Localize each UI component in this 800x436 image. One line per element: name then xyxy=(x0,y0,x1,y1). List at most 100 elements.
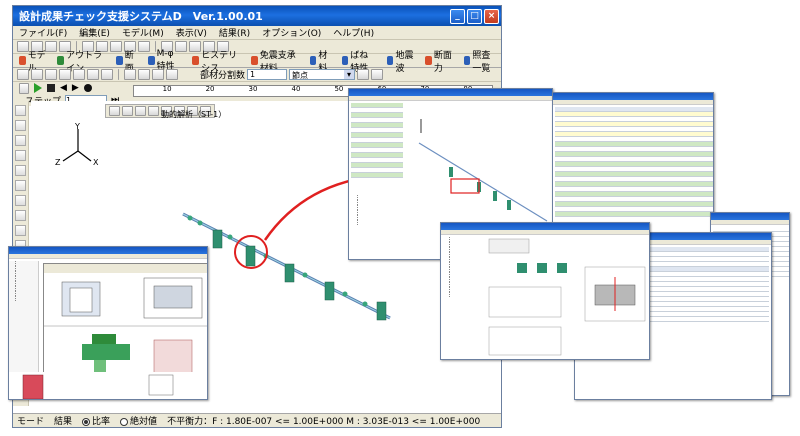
stop-icon[interactable] xyxy=(47,84,55,92)
zoom-out-icon[interactable] xyxy=(15,150,26,161)
detail-window-menu xyxy=(349,96,552,101)
tree-line xyxy=(357,220,403,225)
hand-icon[interactable] xyxy=(122,106,133,116)
results-window-menu xyxy=(553,100,713,105)
menu-view[interactable]: 表示(V) xyxy=(176,26,207,39)
section-window-menu xyxy=(9,254,207,259)
color-icon[interactable] xyxy=(166,69,178,80)
close-button[interactable]: × xyxy=(484,8,499,24)
image-icon[interactable] xyxy=(152,69,164,80)
radio-ratio-indicator xyxy=(82,417,91,426)
tab-section-force[interactable]: 断面力 xyxy=(423,48,455,74)
line-icon[interactable] xyxy=(45,69,57,80)
node-icon[interactable] xyxy=(73,69,85,80)
detail-tree[interactable] xyxy=(351,195,403,255)
label-icon[interactable] xyxy=(15,225,26,236)
ruler-tick: 40 xyxy=(291,85,301,93)
select-icon[interactable] xyxy=(15,105,26,116)
menu-model[interactable]: モデル(M) xyxy=(122,26,164,39)
report-back-menu xyxy=(711,220,789,225)
member-division-input[interactable]: 1 xyxy=(247,69,288,80)
pen-icon[interactable] xyxy=(19,82,29,94)
zoom-box-icon[interactable] xyxy=(148,106,159,116)
detail-window-titlebar xyxy=(349,89,552,96)
maximize-button[interactable]: □ xyxy=(467,8,482,24)
menu-bar: ファイル(F) 編集(E) モデル(M) 表示(V) 結果(R) オプション(O… xyxy=(13,26,501,40)
section-footer-drawing xyxy=(22,374,174,399)
ruler-tick: 50 xyxy=(334,85,344,93)
tab-check-list-label: 照査一覧 xyxy=(472,50,491,74)
chevron-down-icon: ▾ xyxy=(344,70,355,79)
ruler-tick: 10 xyxy=(162,85,172,93)
status-mode-label: モード xyxy=(17,417,45,427)
radio-ratio[interactable]: 比率 xyxy=(82,414,110,427)
hysteresis-icon xyxy=(192,56,200,65)
tree-line xyxy=(449,292,485,297)
rewind-icon[interactable]: ◀ xyxy=(60,83,67,93)
section-check-drawing xyxy=(488,238,646,356)
axis-y-label: Y xyxy=(74,123,80,131)
axis-x-label: X xyxy=(93,158,99,167)
ruler-tick: 20 xyxy=(205,85,215,93)
material-icon xyxy=(309,56,317,65)
spring-icon xyxy=(341,56,349,65)
ruler-tick: 30 xyxy=(248,85,258,93)
hide-icon[interactable] xyxy=(15,210,26,221)
tab-seismic-wave[interactable]: 地震波 xyxy=(385,48,417,74)
results-window-titlebar xyxy=(553,93,713,100)
zoom-in-icon[interactable] xyxy=(15,135,26,146)
tree-line xyxy=(15,296,38,301)
orbit-icon[interactable] xyxy=(135,106,146,116)
report-back-titlebar xyxy=(711,213,789,220)
view-icon[interactable] xyxy=(357,69,370,80)
move-icon[interactable] xyxy=(31,69,43,80)
layer-toggle-icon[interactable] xyxy=(15,195,26,206)
section-icon xyxy=(116,56,123,65)
forward-icon[interactable]: ▶ xyxy=(72,83,79,93)
section-footer xyxy=(9,372,207,399)
tab-seismic-wave-label: 地震波 xyxy=(395,50,414,74)
toolbar-separator xyxy=(118,69,119,80)
tab-check-list[interactable]: 照査一覧 xyxy=(462,48,501,74)
menu-option[interactable]: オプション(O) xyxy=(262,26,321,39)
record-icon[interactable] xyxy=(83,84,92,92)
mode-combo-value: 節点 xyxy=(292,71,309,80)
outline-icon xyxy=(57,56,65,65)
rotate-view-icon[interactable] xyxy=(15,165,26,176)
section-detail-window[interactable] xyxy=(8,246,208,400)
fit-icon[interactable] xyxy=(138,69,150,80)
member-icon[interactable] xyxy=(87,69,99,80)
section-check-titlebar xyxy=(441,223,649,230)
title-bar: 設計成果チェック支援システムD Ver.1.00.01 _ □ × xyxy=(13,6,501,26)
radio-absolute[interactable]: 絶対値 xyxy=(120,414,157,427)
axis-z-label: Z xyxy=(55,158,61,167)
pan-icon[interactable] xyxy=(15,120,26,131)
menu-result[interactable]: 結果(R) xyxy=(219,26,250,39)
arrow-icon[interactable] xyxy=(59,69,71,80)
cursor-icon[interactable] xyxy=(109,106,120,116)
menu-edit[interactable]: 編集(E) xyxy=(79,26,110,39)
balance-readout: 不平衡力：F : 1.80E-007 <= 1.00E+000 M : 3.03… xyxy=(167,417,481,427)
radio-absolute-label: 絶対値 xyxy=(130,417,158,427)
measure-icon[interactable] xyxy=(15,180,26,191)
section-check-tree[interactable] xyxy=(443,237,485,359)
mirror-icon[interactable] xyxy=(101,69,113,80)
layer-icon[interactable] xyxy=(371,69,384,80)
minimize-button[interactable]: _ xyxy=(450,8,465,24)
rotate-icon[interactable] xyxy=(17,69,29,80)
menu-help[interactable]: ヘルプ(H) xyxy=(333,26,374,39)
wave-icon xyxy=(386,56,394,65)
section-check-window[interactable] xyxy=(440,222,650,360)
play-icon[interactable] xyxy=(34,83,42,93)
table-row xyxy=(555,212,713,217)
model-icon xyxy=(19,56,26,65)
status-mode-value: 結果 xyxy=(54,417,73,427)
analysis-caption: 動的解析（ST-1） xyxy=(161,110,227,119)
zoom-icon[interactable] xyxy=(124,69,136,80)
section-force-icon xyxy=(425,56,432,65)
tab-section-force-label: 断面力 xyxy=(433,50,452,74)
radio-absolute-indicator xyxy=(120,417,129,426)
mode-combo[interactable]: 節点 ▾ xyxy=(289,69,356,80)
radio-ratio-label: 比率 xyxy=(92,417,111,427)
menu-file[interactable]: ファイル(F) xyxy=(19,26,67,39)
